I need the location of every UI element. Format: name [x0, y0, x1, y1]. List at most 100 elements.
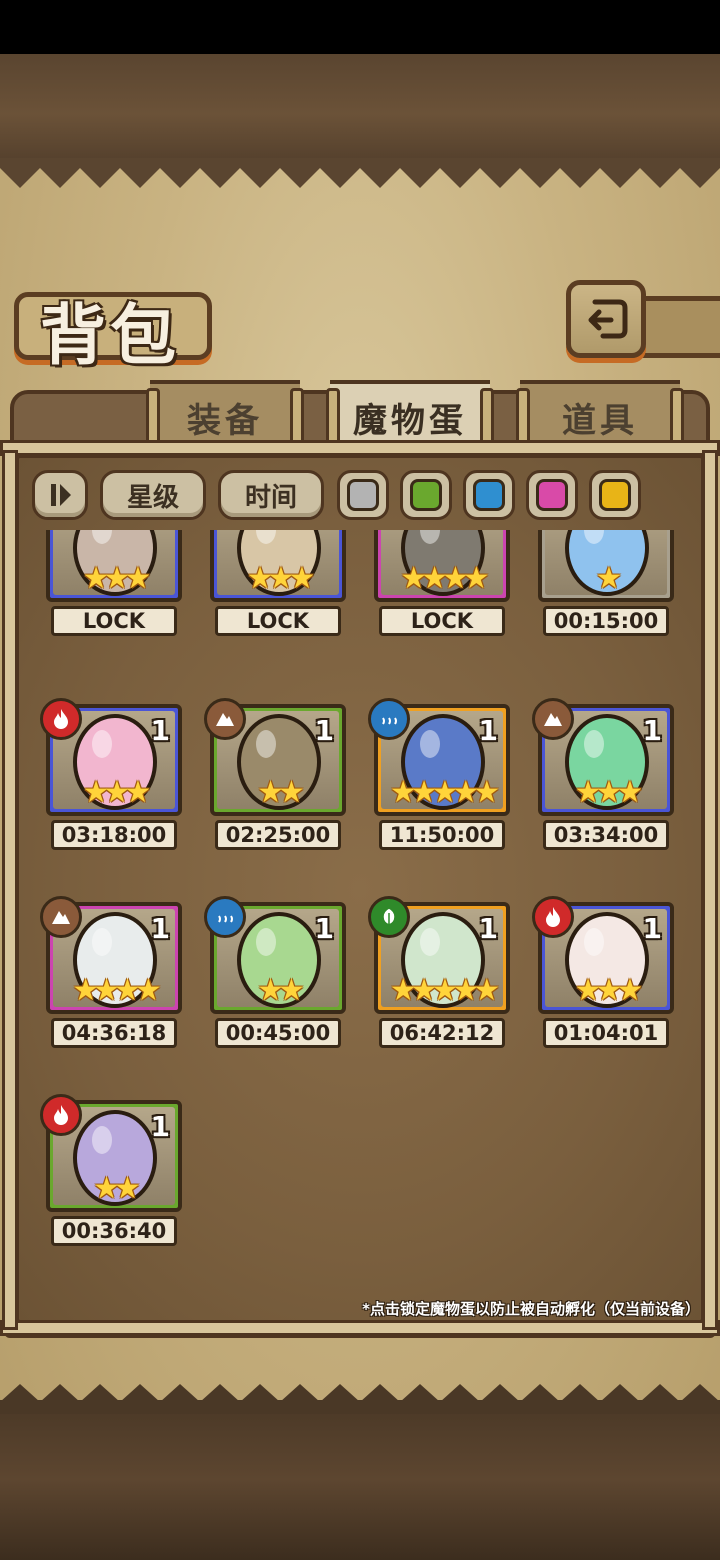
fire-element-icon — [40, 1094, 82, 1136]
egg-frame: 1 ★★★★ — [374, 530, 510, 602]
egg-card[interactable]: 1 ★★★★★ 11:50:00 — [368, 698, 510, 850]
water-element-icon — [204, 896, 246, 938]
star-rating: ★★★★★ — [389, 775, 500, 810]
egg-card[interactable]: 10 ★★★ LOCK — [46, 530, 182, 636]
lock-hint: *点击锁定魔物蛋以防止被自动孵化（仅当前设备） — [362, 1300, 700, 1318]
lock-label[interactable]: LOCK — [215, 606, 341, 636]
egg-count: 8 — [643, 530, 662, 533]
hatch-timer: 04:36:18 — [51, 1018, 177, 1048]
tab-monster-eggs-label: 魔物蛋 — [353, 400, 467, 441]
tab-equipment-label: 装备 — [187, 400, 263, 441]
egg-card[interactable]: 1 ★★★ LOCK — [210, 530, 346, 636]
egg-card[interactable]: 8★00:15:00 — [538, 530, 674, 636]
hatch-timer: 00:15:00 — [543, 606, 669, 636]
star-rating: ★★★ — [82, 561, 152, 596]
star-rating: ★★★★ — [72, 973, 162, 1008]
egg-card[interactable]: 1 ★★ 00:45:00 — [204, 896, 346, 1048]
panel-rail-top — [0, 440, 720, 456]
egg-frame: 1 ★★★★★ — [368, 896, 510, 1014]
egg-frame: 1 ★★★ — [532, 698, 674, 816]
egg-count: 1 — [315, 530, 334, 533]
status-bar — [0, 0, 720, 54]
page-title: 背包 — [40, 296, 180, 374]
egg-card[interactable]: 1 ★★★ 01:04:01 — [532, 896, 674, 1048]
hatch-timer: 00:45:00 — [215, 1018, 341, 1048]
hatch-timer: 02:25:00 — [215, 820, 341, 850]
egg-card[interactable]: 1 ★★★ 03:34:00 — [532, 698, 674, 850]
star-rating: ★★ — [93, 1171, 141, 1206]
swatch-purple — [536, 479, 568, 511]
earth-element-icon — [532, 698, 574, 740]
egg-card[interactable]: 1 ★★ 00:36:40 — [40, 1094, 182, 1246]
tab-items-label: 道具 — [562, 400, 638, 441]
map-background-bottom — [0, 1400, 720, 1560]
return-arrow-icon — [588, 299, 628, 339]
egg-count: 1 — [150, 1110, 170, 1143]
star-rating: ★★★ — [574, 973, 644, 1008]
egg-card[interactable]: 1 ★★★★ 04:36:18 — [40, 896, 182, 1048]
earth-element-icon — [40, 896, 82, 938]
swatch-gray — [347, 479, 379, 511]
swatch-gold — [599, 479, 631, 511]
egg-count: 1 — [642, 912, 662, 945]
egg-frame: 1 ★★★★ — [40, 896, 182, 1014]
star-rating: ★★ — [257, 973, 305, 1008]
egg-frame: 1 ★★ — [204, 698, 346, 816]
egg-frame: 10 ★★★ — [46, 530, 182, 602]
egg-count: 1 — [314, 912, 334, 945]
hatch-timer: 00:36:40 — [51, 1216, 177, 1246]
sort-direction-button[interactable] — [32, 470, 88, 520]
egg-count: 1 — [642, 714, 662, 747]
star-rating: ★★★ — [246, 561, 316, 596]
egg-frame: 1 ★★★ — [210, 530, 346, 602]
egg-count: 1 — [478, 912, 498, 945]
egg-count: 1 — [478, 714, 498, 747]
egg-grid: 10★★★LOCK1★★★LOCK1★★★★LOCK8★00:15:001★★★… — [30, 530, 690, 1310]
rarity-filter-green[interactable] — [400, 470, 452, 520]
fire-element-icon — [532, 896, 574, 938]
sort-by-star-button[interactable]: 星级 — [100, 470, 206, 520]
hatch-timer: 01:04:01 — [543, 1018, 669, 1048]
egg-count: 10 — [131, 530, 170, 533]
lock-label[interactable]: LOCK — [379, 606, 505, 636]
star-rating: ★★★ — [574, 775, 644, 810]
egg-frame: 1 ★★ — [40, 1094, 182, 1212]
egg-frame: 8★ — [538, 530, 674, 602]
egg-card[interactable]: 1 ★★★★★ 06:42:12 — [368, 896, 510, 1048]
hatch-timer: 03:34:00 — [543, 820, 669, 850]
egg-frame: 1 ★★★ — [532, 896, 674, 1014]
star-rating: ★★★★★ — [389, 973, 500, 1008]
fire-element-icon — [40, 698, 82, 740]
nature-element-icon — [368, 896, 410, 938]
egg-count: 1 — [150, 912, 170, 945]
egg-frame: 1 ★★★ — [40, 698, 182, 816]
sort-order-icon — [51, 484, 71, 506]
swatch-blue — [473, 479, 505, 511]
rarity-filter-blue[interactable] — [463, 470, 515, 520]
egg-card[interactable]: 1 ★★★★ LOCK — [374, 530, 510, 636]
water-element-icon — [368, 698, 410, 740]
egg-count: 1 — [479, 530, 498, 533]
lock-label[interactable]: LOCK — [51, 606, 177, 636]
egg-frame: 1 ★★★★★ — [368, 698, 510, 816]
egg-count: 1 — [314, 714, 334, 747]
egg-count: 1 — [150, 714, 170, 747]
hatch-timer: 06:42:12 — [379, 1018, 505, 1048]
star-rating: ★★★★ — [400, 561, 490, 596]
egg-card[interactable]: 1 ★★ 02:25:00 — [204, 698, 346, 850]
rarity-filter-gray[interactable] — [337, 470, 389, 520]
back-button[interactable] — [566, 280, 646, 358]
egg-frame: 1 ★★ — [204, 896, 346, 1014]
map-background-top — [0, 54, 720, 174]
torn-edge-bottom — [0, 1384, 720, 1414]
rarity-filter-gold[interactable] — [589, 470, 641, 520]
hatch-timer: 11:50:00 — [379, 820, 505, 850]
egg-card[interactable]: 1 ★★★ 03:18:00 — [40, 698, 182, 850]
hatch-timer: 03:18:00 — [51, 820, 177, 850]
star-rating: ★★ — [257, 775, 305, 810]
rarity-filter-purple[interactable] — [526, 470, 578, 520]
sort-by-time-button[interactable]: 时间 — [218, 470, 324, 520]
star-rating: ★ — [595, 561, 623, 596]
torn-edge-top — [0, 158, 720, 188]
swatch-green — [410, 479, 442, 511]
